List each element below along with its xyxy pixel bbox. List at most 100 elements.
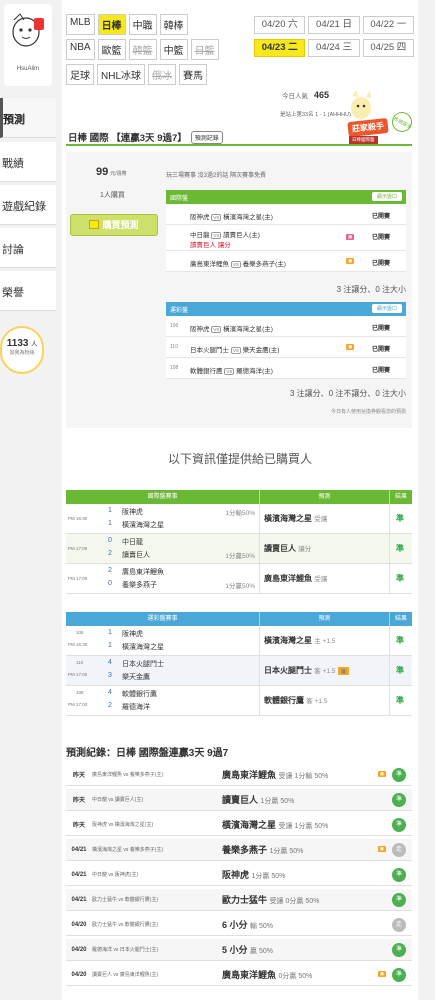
category-tab[interactable]: 中籃 bbox=[159, 39, 188, 60]
pick-team: 5 小分 bbox=[222, 945, 248, 955]
result-cell: 準 bbox=[390, 564, 412, 593]
match-cell: PM 17:00 2 廣島東洋鯉魚 0 養樂多燕子 1分贏50% bbox=[66, 564, 260, 593]
intl-total: 3 注讓分、0 注大小 bbox=[336, 285, 406, 294]
date-tab[interactable]: 04/24 三 bbox=[308, 39, 360, 57]
main-panel: MLB 日棒 中職 韓棒 NBA 歐籃 韓籃 中籃 日籃 足球 NHL冰球 俄冰 賽馬 04/20 … bbox=[62, 0, 418, 1000]
killer-badge: 莊家殺手 日棒國際盤 名偵探手 bbox=[344, 108, 416, 152]
date-tab[interactable]: 04/25 四 bbox=[362, 39, 414, 57]
record-pick: 廣島東洋鯉魚 0分贏 50% bbox=[222, 968, 312, 981]
category-tab[interactable]: NHL冰球 bbox=[97, 64, 146, 85]
avatar[interactable]: HsuAlim bbox=[4, 4, 52, 86]
match: 阪神虎 VS 橫濱海灣之星(主) bbox=[190, 211, 273, 221]
sidebar-item-record[interactable]: 戰績 bbox=[0, 142, 56, 182]
record-pick: 廣島東洋鯉魚 受讓 1分輸 50% bbox=[222, 768, 328, 781]
category-tab[interactable]: NBA bbox=[66, 39, 95, 60]
score: 1 bbox=[108, 520, 112, 527]
record-row: 04/21 中日龍 vs 阪神虎(主) 阪神虎 1分贏 50% 準 bbox=[66, 864, 412, 886]
game-code: 110 bbox=[170, 344, 178, 350]
lottery-opener-button[interactable]: 顯示盤口 bbox=[371, 304, 402, 313]
category-tab[interactable]: 日籃 bbox=[190, 39, 219, 60]
result-cell: 準 bbox=[390, 534, 412, 563]
date-tab[interactable]: 04/20 六 bbox=[254, 16, 306, 34]
away-team: 養樂多燕子(主) bbox=[242, 261, 286, 268]
badge-sub: 日棒國際盤 bbox=[349, 136, 378, 144]
date-selector: 04/20 六 04/21 日 04/22 一 04/23 二 04/24 三 04/25… bbox=[254, 16, 414, 57]
score: 1 bbox=[108, 629, 112, 636]
category-row: NBA 歐籃 韓籃 中籃 日籃 bbox=[66, 39, 246, 60]
score: 1 bbox=[108, 642, 112, 649]
record-date: 04/20 bbox=[71, 946, 87, 953]
team-name: 日本火腿鬥士 bbox=[122, 661, 164, 668]
lock-icon: ▣ bbox=[377, 846, 386, 852]
sidebar-item-honor[interactable]: 榮譽 bbox=[0, 271, 56, 311]
buy-button[interactable]: 購買預測 bbox=[70, 214, 158, 236]
pick-note: 客 +1.5 bbox=[314, 668, 336, 675]
result: 準 bbox=[396, 574, 404, 583]
pick-team: 日本火腿鬥士 bbox=[264, 666, 312, 675]
odds: 1分輸50% bbox=[225, 510, 255, 517]
pick: 廣島東洋鯉魚 受讓 bbox=[264, 573, 327, 584]
record-row: 04/20 羅德海洋 vs 日本火腿鬥士(主) 5 小分 贏 50% 準 bbox=[66, 939, 412, 961]
game-code: 108 bbox=[76, 690, 84, 695]
category-nav: MLB 日棒 中職 韓棒 NBA 歐籃 韓籃 中籃 日籃 足球 NHL冰球 俄冰 賽馬 bbox=[66, 14, 246, 89]
game-code: 106 bbox=[170, 323, 179, 329]
col-header: 結果 bbox=[394, 616, 407, 622]
team-name: 阪神虎 bbox=[122, 509, 143, 516]
category-tab[interactable]: 韓棒 bbox=[159, 14, 188, 35]
record-match: 中日龍 vs 阪神虎(主) bbox=[92, 872, 139, 878]
purchase-box: 99 元/週幣 1人購買 購買預測 玩三場賽事 沒3過2的話 隔次賽事免費 國際盤… bbox=[66, 152, 412, 428]
record-row: 04/21 橫濱海灣之星 vs 養樂多燕子(主) 養樂多燕子 1分贏 50% ▣ 走 bbox=[66, 839, 412, 861]
page-title-text: 日棒 國際 【連贏3天 9過7】 bbox=[68, 133, 187, 144]
pick-team: 軟體銀行鷹 bbox=[264, 696, 304, 705]
category-tab[interactable]: 俄冰 bbox=[148, 64, 177, 85]
away-team: 樂天金鷹(主) bbox=[242, 347, 280, 354]
pick-note: 1分贏 50% bbox=[251, 873, 286, 880]
col-header: 預測 bbox=[260, 612, 390, 626]
away-team: 橫濱海灣之星(主) bbox=[223, 326, 273, 333]
record-date: 04/21 bbox=[71, 871, 87, 878]
home-team: 中日龍 bbox=[190, 232, 210, 239]
team-name: 阪神虎 bbox=[122, 631, 143, 638]
category-tab[interactable]: 賽馬 bbox=[179, 64, 208, 85]
pick-note: 1分贏 50% bbox=[260, 798, 295, 805]
match: 中日龍 VS 讀賣巨人(主) 讀賣巨人 讓分 bbox=[190, 231, 260, 251]
record-match: 中日龍 vs 讀賣巨人(主) bbox=[92, 797, 144, 803]
pick-note: 1分贏 50% bbox=[269, 848, 304, 855]
game-time: PM 17:00 bbox=[68, 672, 88, 677]
purchase-only-notice: 以下資訊僅提供給已購買人 bbox=[167, 452, 312, 466]
date-tab[interactable]: 04/21 日 bbox=[308, 16, 360, 34]
date-tab[interactable]: 04/22 一 bbox=[362, 16, 414, 34]
odds: 1分贏50% bbox=[225, 553, 255, 560]
sidebar-item-game-history[interactable]: 遊戲紀錄 bbox=[0, 185, 56, 225]
category-tab[interactable]: 歐籃 bbox=[97, 39, 126, 60]
pick-note: 受讓 0分贏 50% bbox=[269, 898, 320, 905]
status: 已開賽 bbox=[372, 235, 391, 241]
category-tab[interactable]: MLB bbox=[66, 14, 95, 35]
sidebar-item-predict[interactable]: 預測 bbox=[0, 98, 56, 138]
pick: 橫濱海灣之星 主 +1.5 bbox=[264, 635, 335, 646]
score: 4 bbox=[108, 659, 112, 666]
category-tab[interactable]: 韓籃 bbox=[128, 39, 157, 60]
category-tab[interactable]: 足球 bbox=[66, 64, 94, 85]
intl-opener-button[interactable]: 顯示盤口 bbox=[371, 192, 402, 201]
match-cell: 106 PM 16:30 1 阪神虎 1 橫濱海灣之星 bbox=[66, 626, 260, 655]
fan-count-bulb[interactable]: 1133 人 加我為粉絲 bbox=[0, 326, 44, 374]
popularity-value: 465 bbox=[314, 90, 330, 100]
date-tab[interactable]: 04/23 二 bbox=[254, 39, 306, 57]
result: 準 bbox=[396, 544, 404, 553]
pick: 橫濱海灣之星 受讓 bbox=[264, 513, 327, 524]
record-row: 昨天 中日龍 vs 讀賣巨人(主) 讀賣巨人 1分贏 50% 準 bbox=[66, 789, 412, 811]
cart-icon bbox=[89, 220, 100, 229]
table-row: PM 17:00 0 中日龍 2 讀賣巨人 1分贏50% 讀賣巨人 讓分 準 bbox=[66, 534, 412, 564]
pick-team: 讀賣巨人 bbox=[264, 544, 296, 553]
category-tab[interactable]: 日棒 bbox=[97, 14, 126, 35]
team-name: 中日龍 bbox=[122, 539, 143, 546]
game-code: 106 bbox=[76, 630, 84, 635]
record-row: 04/20 讀賣巨人 vs 廣島東洋鯉魚(主) 廣島東洋鯉魚 0分贏 50% ▣ 準 bbox=[66, 964, 412, 986]
lottery-header-label: 運彩盤 bbox=[170, 308, 189, 314]
category-row: MLB 日棒 中職 韓棒 bbox=[66, 14, 246, 35]
sidebar: HsuAlim 預測 戰績 遊戲紀錄 討論 榮譽 1133 人 加我為粉絲 bbox=[0, 0, 56, 1000]
sidebar-item-discussion[interactable]: 討論 bbox=[0, 228, 56, 268]
category-tab[interactable]: 中職 bbox=[128, 14, 157, 35]
prediction-record-tag[interactable]: 預測記錄 bbox=[190, 131, 223, 144]
